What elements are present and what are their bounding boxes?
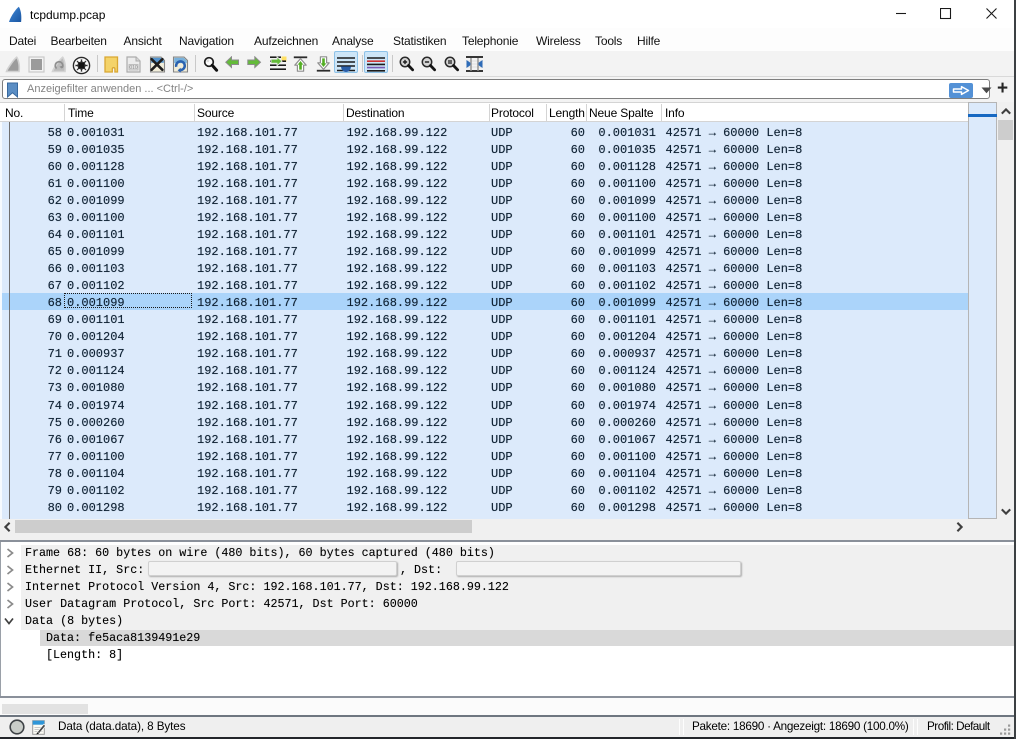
svg-text:010: 010 xyxy=(129,65,138,71)
